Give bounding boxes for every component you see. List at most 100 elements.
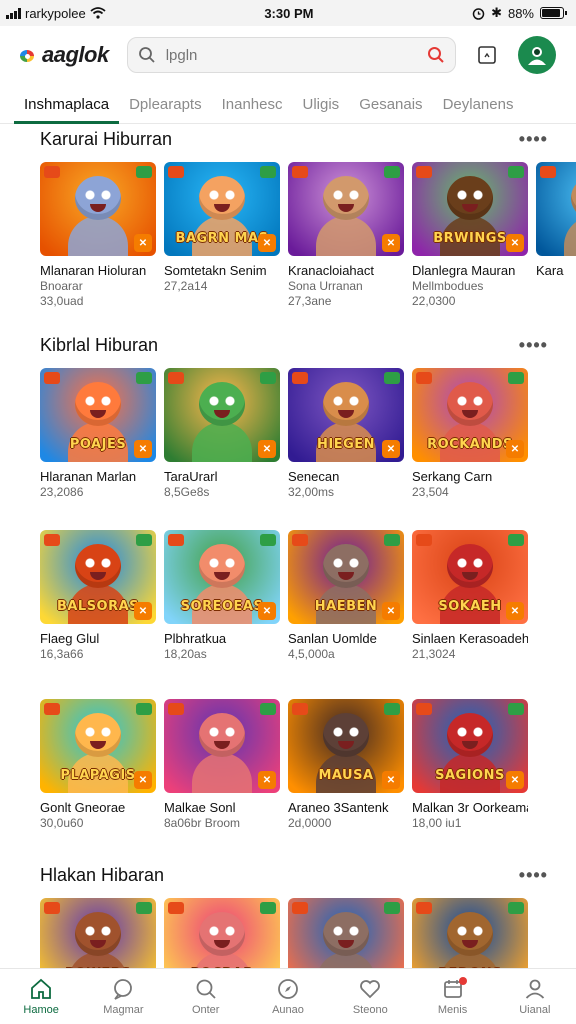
game-thumbnail[interactable]: BALSORAS ✕ — [40, 530, 156, 624]
nav-label: Hamoe — [23, 1004, 59, 1016]
play-corner-icon: ✕ — [258, 771, 276, 789]
more-options-icon[interactable]: •••• — [519, 129, 548, 150]
clock: 3:30 PM — [264, 5, 314, 21]
tab-2[interactable]: Inanhesc — [212, 96, 293, 123]
game-thumbnail[interactable]: Fbm✕ — [536, 162, 576, 256]
game-card[interactable]: PLAPAGIS ✕ Gonlt Gneorae 30,0u60 — [40, 699, 156, 831]
game-card[interactable]: POCRAR✕ — [164, 898, 280, 968]
game-card[interactable]: Fbm✕ Kara — [536, 162, 576, 309]
new-badge-icon — [384, 902, 400, 914]
hot-badge-icon — [44, 902, 60, 914]
new-badge-icon — [384, 534, 400, 546]
game-subtitle: Bnoarar — [40, 279, 83, 293]
character-illustration — [323, 544, 369, 588]
game-title: Malkan 3r Oorkeama — [412, 800, 528, 815]
game-card[interactable]: ✕ Mlanaran Hioluran Bnoarar 33,0uad — [40, 162, 156, 309]
more-options-icon[interactable]: •••• — [519, 865, 548, 886]
character-illustration — [75, 912, 121, 956]
game-thumbnail[interactable]: POAJES ✕ — [40, 368, 156, 462]
tab-3[interactable]: Uligis — [293, 96, 350, 123]
logo-text: aaglok — [42, 42, 109, 67]
section-title: Kibrlal Hiburan — [40, 334, 159, 355]
wifi-icon — [90, 7, 106, 19]
hot-badge-icon — [416, 902, 432, 914]
character-body — [192, 422, 252, 462]
play-corner-icon: ✕ — [134, 234, 152, 252]
new-badge-icon — [508, 902, 524, 914]
game-logo-text: HIEGEN — [316, 437, 376, 452]
more-options-icon[interactable]: •••• — [519, 335, 548, 356]
game-card[interactable]: ✕ — [288, 898, 404, 968]
hot-badge-icon — [292, 534, 308, 546]
game-thumbnail[interactable]: ROCKANDS ✕ — [412, 368, 528, 462]
tab-1[interactable]: Dplearapts — [119, 96, 212, 123]
game-card[interactable]: BRWINGS ✕ Dlanlegra Mauran Mellmbodues 22,03… — [412, 162, 528, 309]
game-card[interactable]: SOKAEH ✕ Sinlaen Kerasoadeh 21,3024 — [412, 530, 528, 662]
game-card[interactable]: REDONS✕ — [412, 898, 528, 968]
section-header: Karurai Hiburran •••• — [0, 124, 576, 154]
game-thumbnail[interactable]: BAGRN MAS ✕ — [164, 162, 280, 256]
game-title: Araneo 3Santenk — [288, 800, 389, 815]
game-subtitle: 30,0u60 — [40, 816, 84, 830]
game-card[interactable]: ROCKANDS ✕ Serkang Carn 23,504 — [412, 368, 528, 500]
game-card[interactable]: BAGRN MAS ✕ Somtetakn Senim 27,2a14 — [164, 162, 280, 309]
nav-heart-item[interactable]: Steono — [329, 969, 411, 1024]
game-thumbnail[interactable]: ✕ — [164, 699, 280, 793]
game-card[interactable]: SAGIONS ✕ Malkan 3r Oorkeama 18,00 iu1 — [412, 699, 528, 831]
new-badge-icon — [260, 703, 276, 715]
avatar[interactable] — [518, 36, 556, 74]
tab-0[interactable]: Inshmaplaca — [14, 96, 120, 124]
main-content: Karurai Hiburran •••• ✕ Mlanaran Hioluran Bn… — [0, 124, 576, 968]
game-thumbnail[interactable]: ✕ — [40, 162, 156, 256]
nav-profile-item[interactable]: Uianal — [494, 969, 576, 1024]
game-thumbnail[interactable]: POWERS✕ — [40, 898, 156, 968]
hot-badge-icon — [416, 166, 432, 178]
character-body — [192, 753, 252, 793]
game-thumbnail[interactable]: POCRAR✕ — [164, 898, 280, 968]
game-card[interactable]: ✕ TaraUrarl 8,5Ge8s — [164, 368, 280, 500]
game-title: Senecan — [288, 469, 340, 484]
game-thumbnail[interactable]: REDONS✕ — [412, 898, 528, 968]
chat-icon — [111, 977, 135, 1001]
game-card[interactable]: ✕ Kranacloiahact Sona Urranan 27,3ane — [288, 162, 404, 309]
nav-calendar-item[interactable]: Menis — [411, 969, 493, 1024]
game-thumbnail[interactable]: PLAPAGIS ✕ — [40, 699, 156, 793]
game-card[interactable]: POAJES ✕ Hlaranan Marlan 23,2086 — [40, 368, 156, 500]
nav-search-item[interactable]: Onter — [165, 969, 247, 1024]
game-card[interactable]: MAUSA ✕ Araneo 3Santenk 2d,0000 — [288, 699, 404, 831]
search-submit-icon[interactable] — [427, 46, 445, 64]
game-thumbnail[interactable]: ✕ — [164, 368, 280, 462]
cast-button[interactable] — [474, 42, 500, 68]
game-card[interactable]: POWERS✕ — [40, 898, 156, 968]
bluetooth-icon: ✱ — [491, 5, 502, 20]
game-card[interactable]: BALSORAS ✕ Flaeg Glul 16,3a66 — [40, 530, 156, 662]
game-thumbnail[interactable]: MAUSA ✕ — [288, 699, 404, 793]
game-thumbnail[interactable]: SOKAEH ✕ — [412, 530, 528, 624]
game-card[interactable]: ✕ Malkae Sonl 8a06br Broom — [164, 699, 280, 831]
tab-5[interactable]: Deylanens — [433, 96, 524, 123]
game-thumbnail[interactable]: HAEBEN ✕ — [288, 530, 404, 624]
card-row: BALSORAS ✕ Flaeg Glul 16,3a66 SOREOEAS ✕ Plbhr… — [40, 530, 528, 662]
game-logo-text: SAGIONS — [435, 768, 505, 783]
game-logo-text: ROCKANDS — [427, 437, 513, 452]
game-card[interactable]: HIEGEN ✕ Senecan 32,00ms — [288, 368, 404, 500]
nav-home-item[interactable]: Hamoe — [0, 969, 82, 1024]
game-thumbnail[interactable]: BRWINGS ✕ — [412, 162, 528, 256]
game-thumbnail[interactable]: HIEGEN ✕ — [288, 368, 404, 462]
game-thumbnail[interactable]: ✕ — [288, 898, 404, 968]
game-thumbnail[interactable]: ✕ — [288, 162, 404, 256]
tab-4[interactable]: Gesanais — [349, 96, 432, 123]
game-thumbnail[interactable]: SAGIONS ✕ — [412, 699, 528, 793]
game-card[interactable]: HAEBEN ✕ Sanlan Uomlde 4,5,000a — [288, 530, 404, 662]
hot-badge-icon — [416, 534, 432, 546]
app-logo[interactable]: aaglok — [20, 42, 109, 68]
game-thumbnail[interactable]: SOREOEAS ✕ — [164, 530, 280, 624]
search-bar[interactable] — [126, 37, 456, 73]
hot-badge-icon — [44, 166, 60, 178]
game-card[interactable]: SOREOEAS ✕ Plbhratkua 18,20as — [164, 530, 280, 662]
search-input[interactable] — [165, 46, 417, 64]
character-illustration — [75, 176, 121, 220]
nav-compass-item[interactable]: Aunao — [247, 969, 329, 1024]
nav-chat-item[interactable]: Magmar — [82, 969, 164, 1024]
game-subtitle: 8,5Ge8s — [164, 485, 210, 499]
